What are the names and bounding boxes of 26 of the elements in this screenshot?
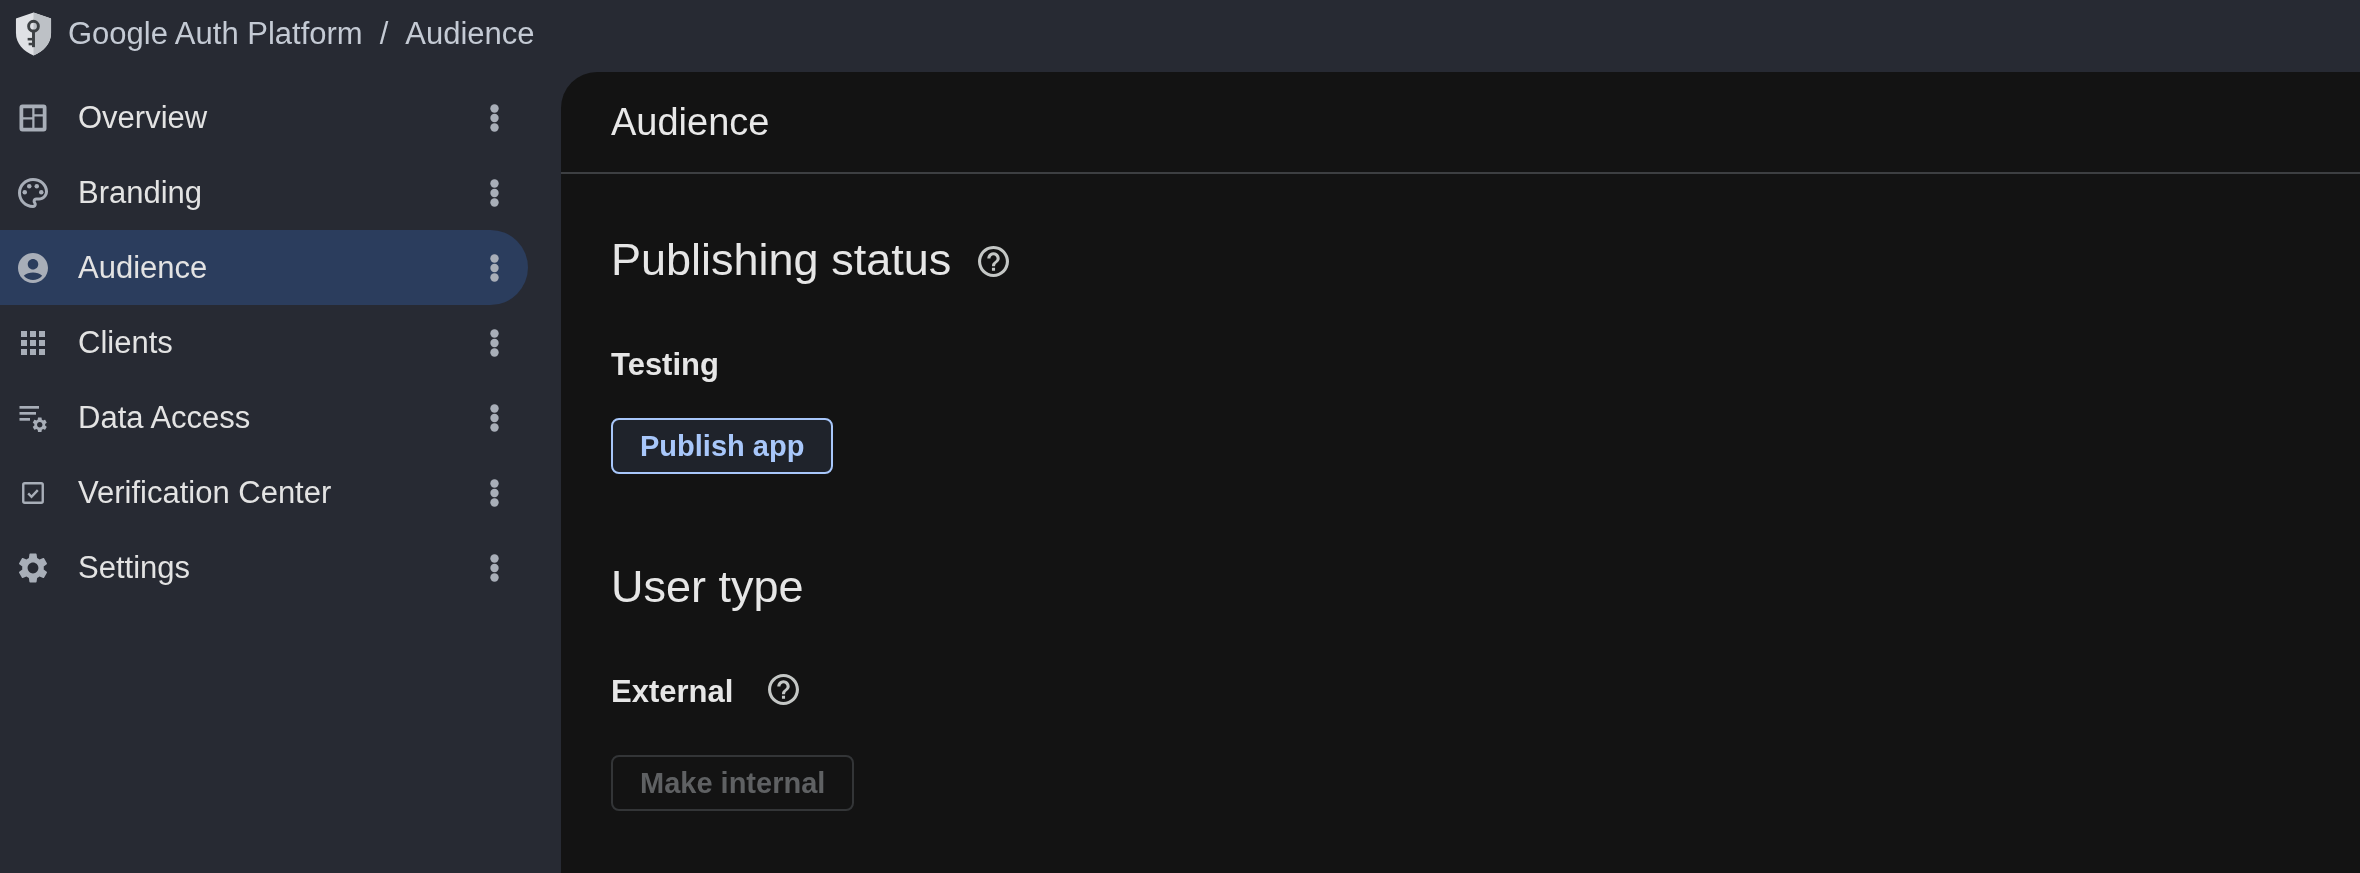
nav-item[interactable]: Settings xyxy=(0,530,528,605)
nav-item[interactable]: Audience xyxy=(0,230,528,305)
more-icon[interactable] xyxy=(490,403,499,432)
breadcrumb-separator: / xyxy=(379,15,389,53)
more-icon[interactable] xyxy=(490,253,499,282)
more-icon[interactable] xyxy=(490,178,499,207)
help-icon[interactable] xyxy=(978,246,1010,277)
section-title: Publishing status xyxy=(611,234,952,286)
more-icon[interactable] xyxy=(490,103,499,132)
shield-key-icon xyxy=(14,11,53,57)
help-icon[interactable] xyxy=(768,674,800,705)
status-label: External xyxy=(611,673,734,711)
nav-item[interactable]: Data Access xyxy=(0,380,528,455)
section-title: User type xyxy=(611,561,804,613)
breadcrumb-current: Audience xyxy=(405,15,535,53)
breadcrumb-link[interactable]: Google Auth Platform xyxy=(68,14,363,54)
page-title: Audience xyxy=(611,100,770,145)
nav-item[interactable]: Clients xyxy=(0,305,528,380)
nav-item[interactable]: Overview xyxy=(0,80,528,155)
nav-item[interactable]: Branding xyxy=(0,155,528,230)
more-icon[interactable] xyxy=(490,478,499,507)
status-label: Testing xyxy=(611,346,719,384)
more-icon[interactable] xyxy=(490,328,499,357)
nav-item[interactable]: Verification Center xyxy=(0,455,528,530)
more-icon[interactable] xyxy=(490,553,499,582)
action-button[interactable]: Publish app xyxy=(611,418,834,474)
